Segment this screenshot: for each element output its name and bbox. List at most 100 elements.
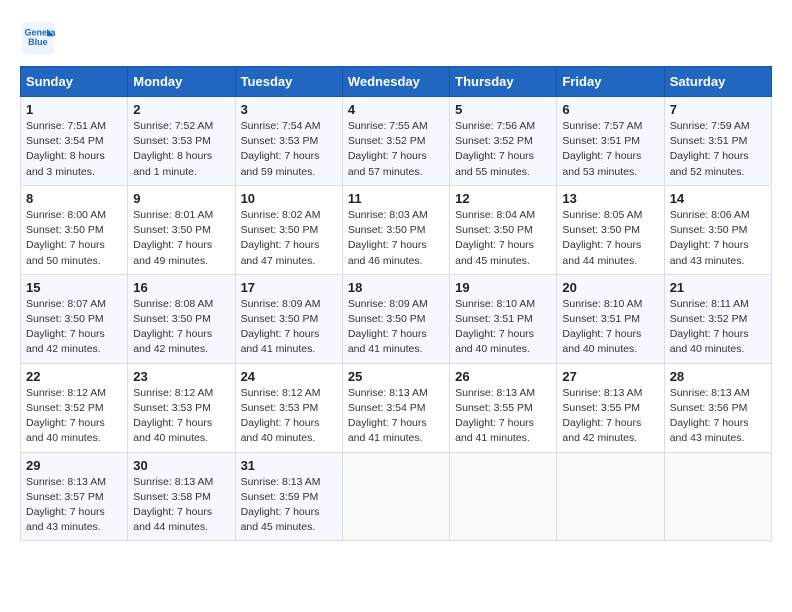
day-info: Sunrise: 8:10 AMSunset: 3:51 PMDaylight:… xyxy=(455,297,551,358)
day-info: Sunrise: 8:13 AMSunset: 3:55 PMDaylight:… xyxy=(455,386,551,447)
week-row-5: 29 Sunrise: 8:13 AMSunset: 3:57 PMDayligh… xyxy=(21,452,772,541)
day-cell-23: 23 Sunrise: 8:12 AMSunset: 3:53 PMDayligh… xyxy=(128,363,235,452)
day-cell-29: 29 Sunrise: 8:13 AMSunset: 3:57 PMDayligh… xyxy=(21,452,128,541)
day-number: 11 xyxy=(348,191,444,206)
day-info: Sunrise: 8:12 AMSunset: 3:52 PMDaylight:… xyxy=(26,386,122,447)
day-cell-12: 12 Sunrise: 8:04 AMSunset: 3:50 PMDayligh… xyxy=(450,185,557,274)
day-info: Sunrise: 8:04 AMSunset: 3:50 PMDaylight:… xyxy=(455,208,551,269)
day-cell-27: 27 Sunrise: 8:13 AMSunset: 3:55 PMDayligh… xyxy=(557,363,664,452)
day-number: 13 xyxy=(562,191,658,206)
day-cell-17: 17 Sunrise: 8:09 AMSunset: 3:50 PMDayligh… xyxy=(235,274,342,363)
day-info: Sunrise: 8:13 AMSunset: 3:55 PMDaylight:… xyxy=(562,386,658,447)
day-cell-26: 26 Sunrise: 8:13 AMSunset: 3:55 PMDayligh… xyxy=(450,363,557,452)
day-number: 7 xyxy=(670,102,766,117)
day-info: Sunrise: 8:01 AMSunset: 3:50 PMDaylight:… xyxy=(133,208,229,269)
day-cell-4: 4Sunrise: 7:55 AMSunset: 3:52 PMDaylight… xyxy=(342,97,449,186)
day-number: 9 xyxy=(133,191,229,206)
empty-cell xyxy=(557,452,664,541)
day-info: Sunrise: 7:51 AMSunset: 3:54 PMDaylight:… xyxy=(26,119,122,180)
day-info: Sunrise: 8:09 AMSunset: 3:50 PMDaylight:… xyxy=(241,297,337,358)
day-cell-14: 14 Sunrise: 8:06 AMSunset: 3:50 PMDayligh… xyxy=(664,185,771,274)
day-number: 15 xyxy=(26,280,122,295)
weekday-header-monday: Monday xyxy=(128,67,235,97)
weekday-header-saturday: Saturday xyxy=(664,67,771,97)
day-info: Sunrise: 8:13 AMSunset: 3:58 PMDaylight:… xyxy=(133,475,229,536)
day-number: 24 xyxy=(241,369,337,384)
week-row-1: 1Sunrise: 7:51 AMSunset: 3:54 PMDaylight… xyxy=(21,97,772,186)
empty-cell xyxy=(342,452,449,541)
day-cell-18: 18 Sunrise: 8:09 AMSunset: 3:50 PMDayligh… xyxy=(342,274,449,363)
day-info: Sunrise: 8:00 AMSunset: 3:50 PMDaylight:… xyxy=(26,208,122,269)
day-number: 12 xyxy=(455,191,551,206)
day-info: Sunrise: 8:13 AMSunset: 3:59 PMDaylight:… xyxy=(241,475,337,536)
day-info: Sunrise: 8:02 AMSunset: 3:50 PMDaylight:… xyxy=(241,208,337,269)
day-number: 14 xyxy=(670,191,766,206)
day-cell-25: 25 Sunrise: 8:13 AMSunset: 3:54 PMDayligh… xyxy=(342,363,449,452)
weekday-header-wednesday: Wednesday xyxy=(342,67,449,97)
week-row-3: 15 Sunrise: 8:07 AMSunset: 3:50 PMDayligh… xyxy=(21,274,772,363)
day-info: Sunrise: 7:56 AMSunset: 3:52 PMDaylight:… xyxy=(455,119,551,180)
day-cell-31: 31 Sunrise: 8:13 AMSunset: 3:59 PMDayligh… xyxy=(235,452,342,541)
logo: General Blue xyxy=(20,20,62,56)
day-info: Sunrise: 8:05 AMSunset: 3:50 PMDaylight:… xyxy=(562,208,658,269)
day-cell-7: 7 Sunrise: 7:59 AMSunset: 3:51 PMDaylight… xyxy=(664,97,771,186)
day-number: 18 xyxy=(348,280,444,295)
day-number: 25 xyxy=(348,369,444,384)
day-info: Sunrise: 7:57 AMSunset: 3:51 PMDaylight:… xyxy=(562,119,658,180)
empty-cell xyxy=(664,452,771,541)
day-info: Sunrise: 7:59 AMSunset: 3:51 PMDaylight:… xyxy=(670,119,766,180)
day-number: 3 xyxy=(241,102,337,117)
day-info: Sunrise: 8:07 AMSunset: 3:50 PMDaylight:… xyxy=(26,297,122,358)
weekday-header-tuesday: Tuesday xyxy=(235,67,342,97)
day-info: Sunrise: 8:13 AMSunset: 3:57 PMDaylight:… xyxy=(26,475,122,536)
day-cell-9: 9 Sunrise: 8:01 AMSunset: 3:50 PMDaylight… xyxy=(128,185,235,274)
day-number: 23 xyxy=(133,369,229,384)
day-info: Sunrise: 7:52 AMSunset: 3:53 PMDaylight:… xyxy=(133,119,229,180)
day-number: 21 xyxy=(670,280,766,295)
day-cell-28: 28Sunrise: 8:13 AMSunset: 3:56 PMDayligh… xyxy=(664,363,771,452)
day-number: 8 xyxy=(26,191,122,206)
day-info: Sunrise: 8:10 AMSunset: 3:51 PMDaylight:… xyxy=(562,297,658,358)
day-number: 29 xyxy=(26,458,122,473)
week-row-4: 22 Sunrise: 8:12 AMSunset: 3:52 PMDayligh… xyxy=(21,363,772,452)
day-cell-10: 10 Sunrise: 8:02 AMSunset: 3:50 PMDayligh… xyxy=(235,185,342,274)
day-number: 4 xyxy=(348,102,444,117)
day-number: 17 xyxy=(241,280,337,295)
day-number: 20 xyxy=(562,280,658,295)
day-number: 2 xyxy=(133,102,229,117)
weekday-header-thursday: Thursday xyxy=(450,67,557,97)
day-info: Sunrise: 8:12 AMSunset: 3:53 PMDaylight:… xyxy=(241,386,337,447)
day-cell-15: 15 Sunrise: 8:07 AMSunset: 3:50 PMDayligh… xyxy=(21,274,128,363)
day-info: Sunrise: 8:09 AMSunset: 3:50 PMDaylight:… xyxy=(348,297,444,358)
day-cell-1: 1Sunrise: 7:51 AMSunset: 3:54 PMDaylight… xyxy=(21,97,128,186)
week-row-2: 8 Sunrise: 8:00 AMSunset: 3:50 PMDaylight… xyxy=(21,185,772,274)
day-info: Sunrise: 8:08 AMSunset: 3:50 PMDaylight:… xyxy=(133,297,229,358)
weekday-header-row: SundayMondayTuesdayWednesdayThursdayFrid… xyxy=(21,67,772,97)
weekday-header-sunday: Sunday xyxy=(21,67,128,97)
day-number: 30 xyxy=(133,458,229,473)
day-info: Sunrise: 8:13 AMSunset: 3:54 PMDaylight:… xyxy=(348,386,444,447)
day-info: Sunrise: 8:12 AMSunset: 3:53 PMDaylight:… xyxy=(133,386,229,447)
day-cell-8: 8 Sunrise: 8:00 AMSunset: 3:50 PMDaylight… xyxy=(21,185,128,274)
day-info: Sunrise: 8:06 AMSunset: 3:50 PMDaylight:… xyxy=(670,208,766,269)
day-cell-19: 19 Sunrise: 8:10 AMSunset: 3:51 PMDayligh… xyxy=(450,274,557,363)
day-cell-3: 3 Sunrise: 7:54 AMSunset: 3:53 PMDaylight… xyxy=(235,97,342,186)
day-cell-13: 13 Sunrise: 8:05 AMSunset: 3:50 PMDayligh… xyxy=(557,185,664,274)
day-number: 27 xyxy=(562,369,658,384)
day-info: Sunrise: 8:03 AMSunset: 3:50 PMDaylight:… xyxy=(348,208,444,269)
empty-cell xyxy=(450,452,557,541)
day-number: 26 xyxy=(455,369,551,384)
day-cell-21: 21 Sunrise: 8:11 AMSunset: 3:52 PMDayligh… xyxy=(664,274,771,363)
day-info: Sunrise: 8:11 AMSunset: 3:52 PMDaylight:… xyxy=(670,297,766,358)
day-cell-24: 24 Sunrise: 8:12 AMSunset: 3:53 PMDayligh… xyxy=(235,363,342,452)
day-number: 10 xyxy=(241,191,337,206)
day-cell-5: 5Sunrise: 7:56 AMSunset: 3:52 PMDaylight… xyxy=(450,97,557,186)
day-cell-2: 2 Sunrise: 7:52 AMSunset: 3:53 PMDaylight… xyxy=(128,97,235,186)
day-cell-11: 11 Sunrise: 8:03 AMSunset: 3:50 PMDayligh… xyxy=(342,185,449,274)
day-number: 28 xyxy=(670,369,766,384)
day-number: 31 xyxy=(241,458,337,473)
day-cell-30: 30 Sunrise: 8:13 AMSunset: 3:58 PMDayligh… xyxy=(128,452,235,541)
day-number: 22 xyxy=(26,369,122,384)
day-info: Sunrise: 7:54 AMSunset: 3:53 PMDaylight:… xyxy=(241,119,337,180)
day-number: 19 xyxy=(455,280,551,295)
